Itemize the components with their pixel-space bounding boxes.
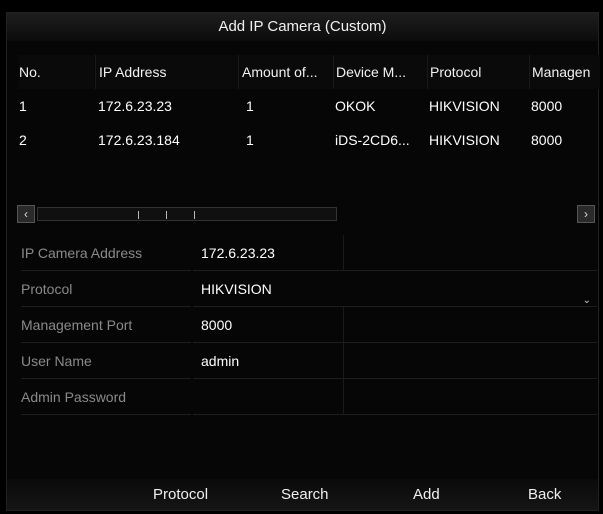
scroll-grip-mark <box>166 211 167 219</box>
cell-protocol: HIKVISION <box>429 98 500 114</box>
scrollbar-track[interactable] <box>37 207 337 221</box>
cell-amount: 1 <box>246 132 254 148</box>
cell-protocol: HIKVISION <box>429 132 500 148</box>
table-row[interactable]: 2 172.6.23.184 1 iDS-2CD6... HIKVISION 8… <box>7 123 598 157</box>
header-ip-address[interactable]: IP Address <box>95 55 239 89</box>
table-header: No. IP Address Amount of... Device M... … <box>7 55 600 89</box>
field-spacer <box>343 343 597 379</box>
dialog-title: Add IP Camera (Custom) <box>7 13 598 41</box>
add-button[interactable]: Add <box>413 479 440 510</box>
header-device-model[interactable]: Device M... <box>333 55 428 89</box>
chevron-left-icon[interactable]: ‹ <box>17 205 35 223</box>
management-port-label: Management Port <box>21 307 191 343</box>
ip-address-label: IP Camera Address <box>21 235 191 271</box>
header-amount[interactable]: Amount of... <box>238 55 335 89</box>
user-name-label: User Name <box>21 343 191 379</box>
admin-password-label: Admin Password <box>21 379 191 415</box>
cell-ip-address: 172.6.23.23 <box>98 98 172 114</box>
back-button[interactable]: Back <box>528 479 561 510</box>
protocol-label: Protocol <box>21 271 191 307</box>
cell-management-port: 8000 <box>531 132 563 148</box>
admin-password-row: Admin Password <box>7 379 598 415</box>
cell-no: 1 <box>19 98 27 114</box>
ip-address-row: IP Camera Address 172.6.23.23 <box>7 235 598 271</box>
field-spacer <box>343 235 597 271</box>
protocol-select[interactable]: HIKVISION ⌄ <box>193 271 597 307</box>
field-spacer <box>343 307 597 343</box>
header-management-port[interactable]: Managen <box>529 55 600 89</box>
field-spacer <box>343 379 597 415</box>
table-row[interactable]: 1 172.6.23.23 1 OKOK HIKVISION 8000 <box>7 89 598 123</box>
scroll-grip-mark <box>194 211 195 219</box>
protocol-select-value: HIKVISION <box>201 281 272 297</box>
admin-password-field[interactable] <box>193 379 343 415</box>
camera-table: No. IP Address Amount of... Device M... … <box>7 55 600 157</box>
chevron-right-icon[interactable]: › <box>577 205 595 223</box>
dialog-footer: Protocol Search Add Back <box>7 479 598 510</box>
cell-device-model: OKOK <box>335 98 376 114</box>
cell-device-model: iDS-2CD6... <box>335 132 410 148</box>
cell-management-port: 8000 <box>531 98 563 114</box>
scroll-grip-mark <box>138 211 139 219</box>
cell-ip-address: 172.6.23.184 <box>98 132 180 148</box>
cell-amount: 1 <box>246 98 254 114</box>
protocol-row: Protocol HIKVISION ⌄ <box>7 271 598 307</box>
management-port-field[interactable]: 8000 <box>193 307 343 343</box>
cell-no: 2 <box>19 132 27 148</box>
user-name-field[interactable]: admin <box>193 343 343 379</box>
user-name-row: User Name admin <box>7 343 598 379</box>
horizontal-scrollbar[interactable]: ‹ › <box>17 205 595 223</box>
add-ip-camera-dialog: Add IP Camera (Custom) No. IP Address Am… <box>6 12 600 511</box>
management-port-row: Management Port 8000 <box>7 307 598 343</box>
protocol-button[interactable]: Protocol <box>153 479 208 510</box>
header-protocol[interactable]: Protocol <box>427 55 530 89</box>
camera-form: IP Camera Address 172.6.23.23 Protocol H… <box>7 235 598 415</box>
search-button[interactable]: Search <box>281 479 329 510</box>
header-no[interactable]: No. <box>19 55 94 89</box>
ip-address-field[interactable]: 172.6.23.23 <box>193 235 343 271</box>
